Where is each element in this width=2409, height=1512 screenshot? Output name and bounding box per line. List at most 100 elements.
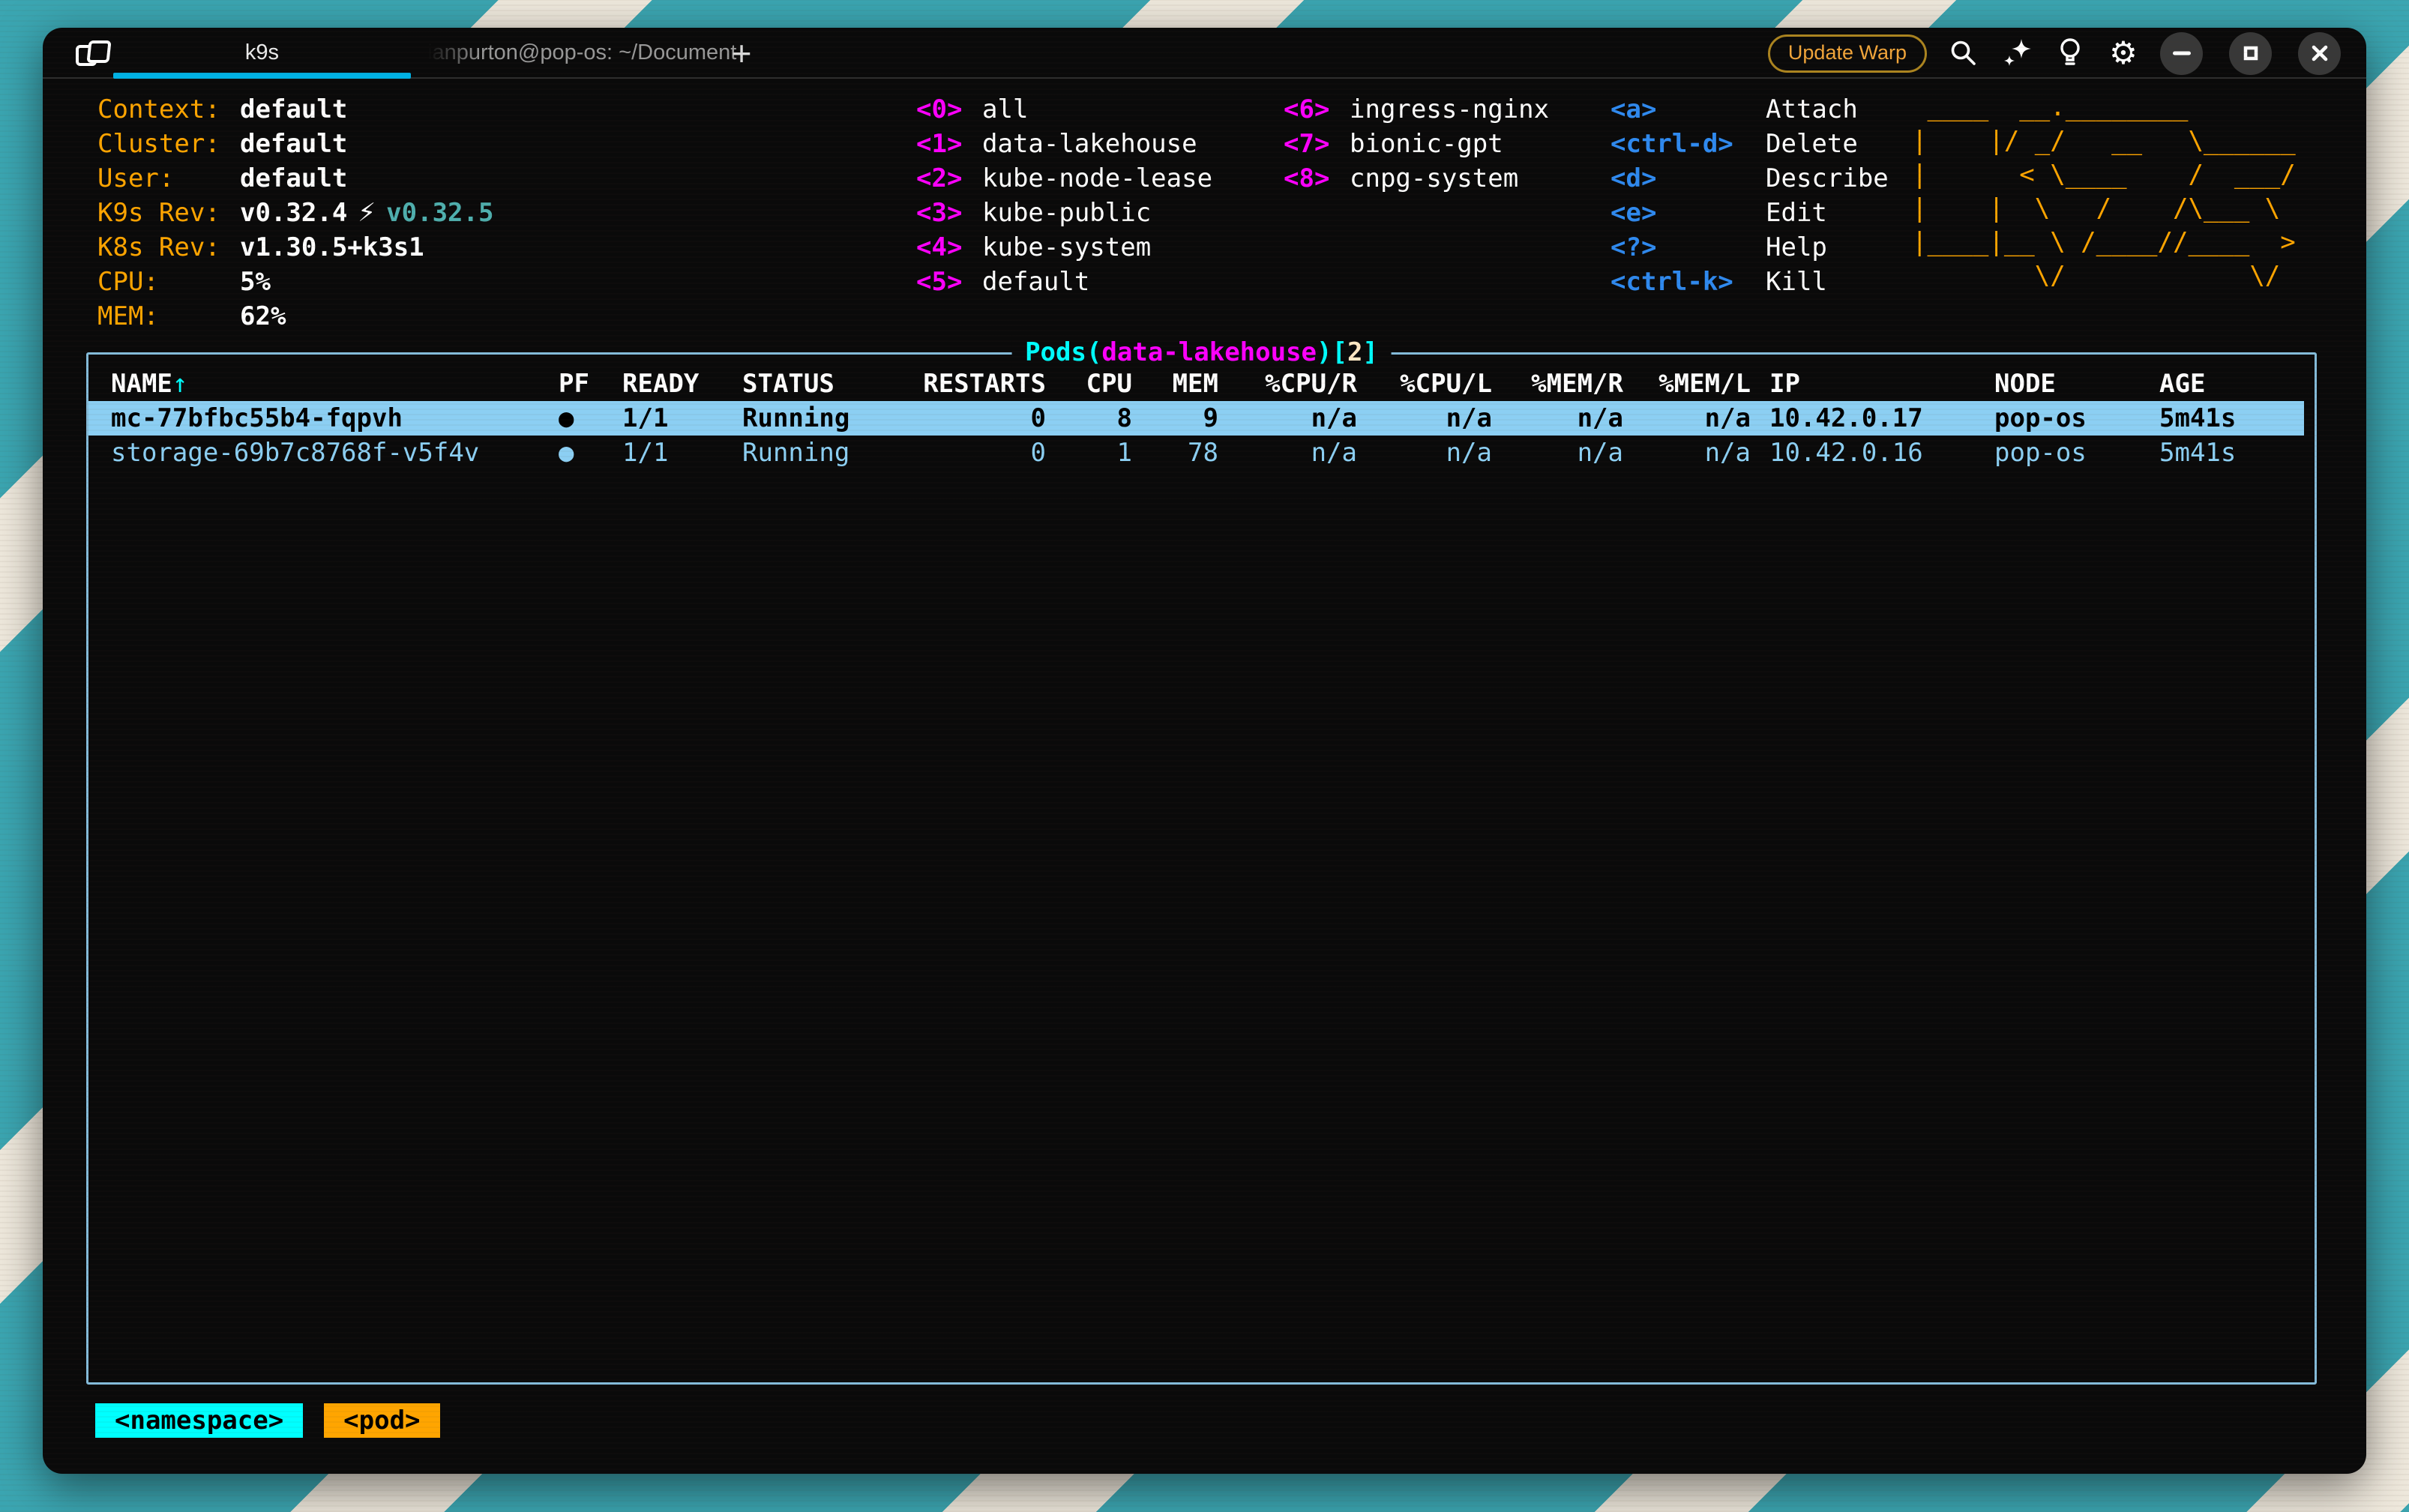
info-row-cluster: Cluster: default [97, 127, 493, 161]
tab-shell[interactable]: ianpurton@pop-os: ~/Document [411, 28, 741, 77]
minimize-button[interactable] [2160, 32, 2203, 75]
namespace-shortcuts-col1: <0> all <1> data-lakehouse <2> kube-node… [916, 92, 1212, 299]
col-header-status: STATUS [742, 367, 911, 401]
info-label: Cluster: [97, 127, 240, 161]
namespace-shortcut-kube-node-lease[interactable]: <2> kube-node-lease [916, 161, 1212, 196]
titlebar-controls: Update Warp [1768, 28, 2341, 79]
shortcut-key: <4> [916, 230, 982, 265]
port-forward-dot-icon: ● [559, 401, 622, 436]
pod-pcpu-r: n/a [1218, 436, 1357, 470]
logo-line: \/ \/ [1912, 259, 2296, 293]
pod-ready: 1/1 [622, 401, 742, 436]
info-value: default [240, 92, 347, 127]
namespace-shortcut-kube-system[interactable]: <4> kube-system [916, 230, 1212, 265]
command-kill[interactable]: <ctrl-k> Kill [1610, 265, 1889, 299]
pod-row[interactable]: storage-69b7c8768f-v5f4v ● 1/1 Running 0… [88, 436, 2315, 470]
command-help[interactable]: <?> Help [1610, 230, 1889, 265]
command-describe[interactable]: <d> Describe [1610, 161, 1889, 196]
shortcut-label: data-lakehouse [982, 127, 1197, 161]
pods-table: NAME↑ PF READY STATUS RESTARTS CPU MEM %… [88, 355, 2315, 1382]
info-row-k8s-rev: K8s Rev: v1.30.5+k3s1 [97, 230, 493, 265]
shortcut-key: <ctrl-d> [1610, 127, 1766, 161]
logo-line: |____|__ \ /____//____ > [1912, 226, 2296, 259]
shortcut-label: Delete [1766, 127, 1858, 161]
namespace-shortcut-data-lakehouse[interactable]: <1> data-lakehouse [916, 127, 1212, 161]
command-delete[interactable]: <ctrl-d> Delete [1610, 127, 1889, 161]
tab-bar: k9s ianpurton@pop-os: ~/Document + Updat… [43, 28, 2366, 79]
settings-gear-icon[interactable]: ⚙ [2107, 34, 2140, 72]
info-value: v0.32.4 [240, 196, 347, 230]
pod-row-selected[interactable]: mc-77bfbc55b4-fqpvh ● 1/1 Running 0 8 9 … [88, 401, 2304, 436]
col-header-restarts: RESTARTS [911, 367, 1046, 401]
namespace-shortcut-kube-public[interactable]: <3> kube-public [916, 196, 1212, 230]
info-label: K9s Rev: [97, 196, 240, 230]
shortcut-key: <?> [1610, 230, 1766, 265]
breadcrumb: <namespace> <pod> [95, 1403, 440, 1438]
ai-sparkles-icon[interactable] [2000, 34, 2033, 72]
breadcrumb-namespace: <namespace> [95, 1403, 303, 1438]
pod-cpu: 1 [1046, 436, 1132, 470]
logo-line: ____ __.________ [1912, 91, 2296, 124]
minimize-icon [2172, 50, 2192, 56]
plus-icon: + [732, 33, 752, 73]
shortcut-key: <8> [1284, 161, 1350, 196]
pod-restarts: 0 [911, 436, 1046, 470]
shortcut-key: <0> [916, 92, 982, 127]
upgrade-version: v0.32.5 [386, 196, 493, 230]
shortcut-key: <e> [1610, 196, 1766, 230]
shortcut-label: bionic-gpt [1350, 127, 1503, 161]
tab-k9s[interactable]: k9s [113, 28, 411, 77]
pods-panel: Pods(data-lakehouse)[2] NAME↑ PF READY S… [86, 352, 2317, 1385]
command-attach[interactable]: <a> Attach [1610, 92, 1889, 127]
col-header-name: NAME↑ [111, 367, 559, 401]
namespace-shortcut-default[interactable]: <5> default [916, 265, 1212, 299]
info-value: 5% [240, 265, 271, 299]
shortcut-key: <a> [1610, 92, 1766, 127]
launch-config-icon[interactable] [74, 37, 113, 70]
pod-ip: 10.42.0.16 [1751, 436, 1994, 470]
upgrade-bolt-icon: ⚡ [358, 196, 376, 230]
shortcut-label: Attach [1766, 92, 1858, 127]
shortcut-key: <3> [916, 196, 982, 230]
pod-mem: 9 [1132, 401, 1218, 436]
namespace-shortcut-ingress-nginx[interactable]: <6> ingress-nginx [1284, 92, 1549, 127]
search-icon[interactable] [1947, 34, 1980, 72]
k9s-ascii-logo: ____ __.________ | |/ _/ __ \______ | < … [1912, 91, 2296, 293]
pod-pmem-r: n/a [1492, 436, 1623, 470]
shortcut-key: <d> [1610, 161, 1766, 196]
pod-status: Running [742, 401, 911, 436]
pod-pcpu-l: n/a [1357, 436, 1492, 470]
namespace-shortcut-all[interactable]: <0> all [916, 92, 1212, 127]
maximize-button[interactable] [2229, 32, 2272, 75]
shortcut-label: Kill [1766, 265, 1827, 299]
shortcut-label: default [982, 265, 1089, 299]
k9s-terminal[interactable]: Context: default Cluster: default User: … [43, 80, 2366, 1474]
shortcut-key: <5> [916, 265, 982, 299]
info-row-user: User: default [97, 161, 493, 196]
pod-restarts: 0 [911, 401, 1046, 436]
lightbulb-icon[interactable] [2054, 34, 2087, 72]
col-header-node: NODE [1994, 367, 2159, 401]
namespace-shortcut-cnpg-system[interactable]: <8> cnpg-system [1284, 161, 1549, 196]
info-label: K8s Rev: [97, 230, 240, 265]
info-row-cpu: CPU: 5% [97, 265, 493, 299]
pod-node: pop-os [1994, 436, 2159, 470]
close-button[interactable] [2298, 32, 2341, 75]
update-warp-button[interactable]: Update Warp [1768, 34, 1927, 73]
pod-node: pop-os [1994, 401, 2159, 436]
info-row-mem: MEM: 62% [97, 299, 493, 334]
shortcut-label: kube-node-lease [982, 161, 1212, 196]
shortcut-key: <2> [916, 161, 982, 196]
pod-pcpu-l: n/a [1357, 401, 1492, 436]
pod-pcpu-r: n/a [1218, 401, 1357, 436]
col-header-age: AGE [2159, 367, 2315, 401]
tab-k9s-label: k9s [245, 40, 279, 65]
namespace-shortcut-bionic-gpt[interactable]: <7> bionic-gpt [1284, 127, 1549, 161]
tab-label-fade [423, 37, 480, 68]
command-edit[interactable]: <e> Edit [1610, 196, 1889, 230]
logo-line: | | \ / /\___ \ [1912, 192, 2296, 226]
new-tab-button[interactable]: + [721, 33, 762, 73]
info-value: default [240, 161, 347, 196]
info-label: Context: [97, 92, 240, 127]
breadcrumb-pod: <pod> [324, 1403, 439, 1438]
